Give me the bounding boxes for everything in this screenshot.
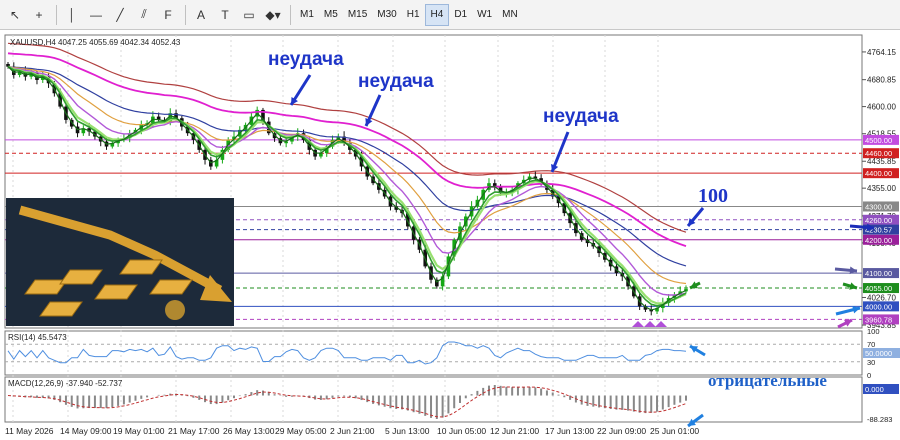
- macd-tick-label: 0.000: [865, 385, 884, 394]
- shapes-icon[interactable]: ◆▾: [262, 4, 284, 26]
- level-label: 4000.00: [865, 302, 892, 311]
- toolbar-separator: [290, 4, 291, 25]
- timeframe-h4[interactable]: H4: [424, 3, 450, 26]
- rsi-tick-label: 70: [867, 340, 875, 349]
- toolbar: ↖ + │ — ╱ ⫽ F A T ▭ ◆▾ M1 M5 M15 M30 H1 H4 D1 W1 MN: [0, 0, 900, 30]
- level-label: 3960.78: [865, 315, 892, 324]
- price-tick-label: 4435.85: [867, 157, 896, 166]
- x-tick-label: 10 Jun 05:00: [437, 426, 486, 436]
- rsi-tick-label: 30: [867, 358, 875, 367]
- x-tick-label: 2 Jun 21:00: [330, 426, 375, 436]
- level-label: 4055.00: [865, 284, 892, 293]
- x-tick-label: 21 May 17:00: [168, 426, 220, 436]
- drawing-tools: ↖ + │ — ╱ ⫽ F A T ▭ ◆▾: [4, 4, 286, 26]
- level-label: 4100.00: [865, 269, 892, 278]
- gold-coin-icon: [165, 300, 185, 320]
- timeframe-h1[interactable]: H1: [402, 5, 425, 25]
- price-tick-label: 4764.15: [867, 48, 896, 57]
- toolbar-separator: [56, 4, 57, 25]
- x-tick-label: 5 Jun 13:00: [385, 426, 430, 436]
- level-label: 4400.00: [865, 169, 892, 178]
- rectangle-icon[interactable]: ▭: [238, 4, 260, 26]
- rsi-tick-label: 100: [867, 327, 880, 336]
- trendline-icon[interactable]: ╱: [109, 4, 131, 26]
- macd-tick-label: -88.283: [867, 415, 892, 424]
- vertical-line-icon[interactable]: │: [61, 4, 83, 26]
- price-tick-label: 4600.00: [867, 103, 896, 112]
- timeframe-d1[interactable]: D1: [449, 5, 472, 25]
- timeframe-w1[interactable]: W1: [472, 5, 497, 25]
- level-label: 4500.00: [865, 136, 892, 145]
- horizontal-line-icon[interactable]: —: [85, 4, 107, 26]
- x-tick-label: 29 May 05:00: [275, 426, 327, 436]
- price-tick-label: 4026.70: [867, 293, 896, 302]
- rsi-value-label: 50.0000: [865, 349, 892, 358]
- annotation-macd-note: отрицательные: [708, 371, 827, 390]
- text-icon[interactable]: A: [190, 4, 212, 26]
- crosshair-icon[interactable]: +: [28, 4, 50, 26]
- timeframe-m15[interactable]: M15: [343, 5, 372, 25]
- x-tick-label: 14 May 09:00: [60, 426, 112, 436]
- x-tick-label: 17 Jun 13:00: [545, 426, 594, 436]
- annotation-failure: неудача: [268, 49, 344, 70]
- annotation-failure: неудача: [358, 71, 434, 92]
- x-tick-label: 25 Jun 01:00: [650, 426, 699, 436]
- rsi-panel-frame: [4, 330, 863, 376]
- chart-area: 11 May 2026 14 May 09:00 19 May 01:00 21 Ma…: [4, 34, 900, 436]
- x-tick-label: 26 May 13:00: [223, 426, 275, 436]
- x-tick-label: 19 May 01:00: [113, 426, 165, 436]
- x-tick-label: 22 Jun 09:00: [597, 426, 646, 436]
- level-label: 4460.00: [865, 149, 892, 158]
- level-label: 4300.00: [865, 202, 892, 211]
- rsi-label: RSI(14) 45.5473: [8, 333, 67, 342]
- timeframe-m5[interactable]: M5: [319, 5, 343, 25]
- timeframe-mn[interactable]: MN: [497, 5, 523, 25]
- chart-title: XAUUSD,H4 4047.25 4055.69 4042.34 4052.4…: [10, 38, 181, 47]
- level-label: 4200.00: [865, 236, 892, 245]
- timeframe-m30[interactable]: M30: [372, 5, 401, 25]
- cursor-icon[interactable]: ↖: [4, 4, 26, 26]
- level-label: 4260.00: [865, 216, 892, 225]
- label-icon[interactable]: T: [214, 4, 236, 26]
- price-tick-label: 4355.00: [867, 184, 896, 193]
- macd-label: MACD(12,26,9) -37.940 -52.737: [8, 379, 123, 388]
- rsi-tick-label: 0: [867, 371, 871, 380]
- timeframe-m1[interactable]: M1: [295, 5, 319, 25]
- fibonacci-icon[interactable]: F: [157, 4, 179, 26]
- timeframe-bar: M1 M5 M15 M30 H1 H4 D1 W1 MN: [295, 3, 523, 26]
- toolbar-separator: [185, 4, 186, 25]
- x-tick-label: 11 May 2026: [5, 426, 54, 436]
- x-tick-label: 12 Jun 21:00: [490, 426, 539, 436]
- annotation-failure: неудача: [543, 106, 619, 127]
- price-tick-label: 4680.85: [867, 76, 896, 85]
- annotation-ma-label: 100: [698, 185, 728, 207]
- channel-icon[interactable]: ⫽: [133, 4, 155, 26]
